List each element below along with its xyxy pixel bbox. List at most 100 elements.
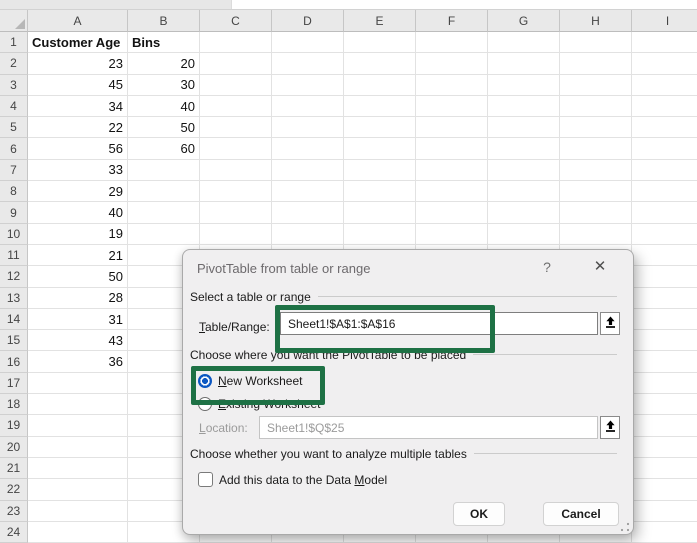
cell-G4[interactable] bbox=[488, 96, 560, 117]
column-header-C[interactable]: C bbox=[200, 10, 272, 32]
column-header-D[interactable]: D bbox=[272, 10, 344, 32]
cell-D9[interactable] bbox=[272, 202, 344, 223]
cell-I12[interactable] bbox=[632, 266, 697, 287]
cell-F8[interactable] bbox=[416, 181, 488, 202]
cell-C10[interactable] bbox=[200, 224, 272, 245]
row-header-1[interactable]: 1 bbox=[0, 32, 28, 53]
row-header-17[interactable]: 17 bbox=[0, 373, 28, 394]
cell-I13[interactable] bbox=[632, 288, 697, 309]
cell-H8[interactable] bbox=[560, 181, 632, 202]
cell-C2[interactable] bbox=[200, 53, 272, 74]
cell-I22[interactable] bbox=[632, 479, 697, 500]
column-header-I[interactable]: I bbox=[632, 10, 697, 32]
cell-G8[interactable] bbox=[488, 181, 560, 202]
cell-D8[interactable] bbox=[272, 181, 344, 202]
cell-F3[interactable] bbox=[416, 75, 488, 96]
table-range-collapse-button[interactable] bbox=[600, 312, 620, 335]
cell-F9[interactable] bbox=[416, 202, 488, 223]
cell-F7[interactable] bbox=[416, 160, 488, 181]
cell-A16[interactable]: 36 bbox=[28, 351, 128, 372]
row-header-7[interactable]: 7 bbox=[0, 160, 28, 181]
new-worksheet-label[interactable]: New Worksheet bbox=[218, 374, 302, 388]
cell-H10[interactable] bbox=[560, 224, 632, 245]
column-header-B[interactable]: B bbox=[128, 10, 200, 32]
cell-C5[interactable] bbox=[200, 117, 272, 138]
cell-E8[interactable] bbox=[344, 181, 416, 202]
cell-I14[interactable] bbox=[632, 309, 697, 330]
cell-I24[interactable] bbox=[632, 522, 697, 543]
cell-I8[interactable] bbox=[632, 181, 697, 202]
row-header-23[interactable]: 23 bbox=[0, 501, 28, 522]
row-header-13[interactable]: 13 bbox=[0, 288, 28, 309]
cell-C3[interactable] bbox=[200, 75, 272, 96]
data-model-checkbox-label[interactable]: Add this data to the Data Model bbox=[219, 473, 387, 487]
cell-A23[interactable] bbox=[28, 501, 128, 522]
cell-H6[interactable] bbox=[560, 138, 632, 159]
cell-G9[interactable] bbox=[488, 202, 560, 223]
cell-A20[interactable] bbox=[28, 437, 128, 458]
cell-B5[interactable]: 50 bbox=[128, 117, 200, 138]
cell-I10[interactable] bbox=[632, 224, 697, 245]
cell-I18[interactable] bbox=[632, 394, 697, 415]
cell-I15[interactable] bbox=[632, 330, 697, 351]
column-header-G[interactable]: G bbox=[488, 10, 560, 32]
row-header-18[interactable]: 18 bbox=[0, 394, 28, 415]
cell-D7[interactable] bbox=[272, 160, 344, 181]
data-model-checkbox[interactable] bbox=[198, 472, 213, 487]
cell-A17[interactable] bbox=[28, 373, 128, 394]
cell-B1[interactable]: Bins bbox=[128, 32, 200, 53]
row-header-3[interactable]: 3 bbox=[0, 75, 28, 96]
cell-F10[interactable] bbox=[416, 224, 488, 245]
row-header-20[interactable]: 20 bbox=[0, 437, 28, 458]
row-header-8[interactable]: 8 bbox=[0, 181, 28, 202]
cell-A5[interactable]: 22 bbox=[28, 117, 128, 138]
cell-E5[interactable] bbox=[344, 117, 416, 138]
cell-A22[interactable] bbox=[28, 479, 128, 500]
cell-H9[interactable] bbox=[560, 202, 632, 223]
cell-A11[interactable]: 21 bbox=[28, 245, 128, 266]
cell-C9[interactable] bbox=[200, 202, 272, 223]
cell-H7[interactable] bbox=[560, 160, 632, 181]
cell-I11[interactable] bbox=[632, 245, 697, 266]
cell-B9[interactable] bbox=[128, 202, 200, 223]
cell-E1[interactable] bbox=[344, 32, 416, 53]
cell-I20[interactable] bbox=[632, 437, 697, 458]
column-header-F[interactable]: F bbox=[416, 10, 488, 32]
cell-H5[interactable] bbox=[560, 117, 632, 138]
cell-A14[interactable]: 31 bbox=[28, 309, 128, 330]
cell-D3[interactable] bbox=[272, 75, 344, 96]
cell-G1[interactable] bbox=[488, 32, 560, 53]
cell-A24[interactable] bbox=[28, 522, 128, 543]
cell-B2[interactable]: 20 bbox=[128, 53, 200, 74]
cell-D6[interactable] bbox=[272, 138, 344, 159]
cell-D4[interactable] bbox=[272, 96, 344, 117]
cell-G3[interactable] bbox=[488, 75, 560, 96]
cell-B10[interactable] bbox=[128, 224, 200, 245]
cell-C8[interactable] bbox=[200, 181, 272, 202]
cell-F1[interactable] bbox=[416, 32, 488, 53]
row-header-2[interactable]: 2 bbox=[0, 53, 28, 74]
row-header-14[interactable]: 14 bbox=[0, 309, 28, 330]
table-range-input[interactable] bbox=[280, 312, 598, 335]
cell-E6[interactable] bbox=[344, 138, 416, 159]
cell-A3[interactable]: 45 bbox=[28, 75, 128, 96]
cell-A6[interactable]: 56 bbox=[28, 138, 128, 159]
column-header-E[interactable]: E bbox=[344, 10, 416, 32]
cell-C1[interactable] bbox=[200, 32, 272, 53]
cell-A7[interactable]: 33 bbox=[28, 160, 128, 181]
cell-A10[interactable]: 19 bbox=[28, 224, 128, 245]
cell-D2[interactable] bbox=[272, 53, 344, 74]
cell-B7[interactable] bbox=[128, 160, 200, 181]
new-worksheet-radio[interactable] bbox=[198, 374, 212, 388]
cell-G2[interactable] bbox=[488, 53, 560, 74]
cell-I6[interactable] bbox=[632, 138, 697, 159]
cell-I17[interactable] bbox=[632, 373, 697, 394]
cell-D5[interactable] bbox=[272, 117, 344, 138]
select-all-corner[interactable] bbox=[0, 10, 28, 32]
cell-A12[interactable]: 50 bbox=[28, 266, 128, 287]
cell-A15[interactable]: 43 bbox=[28, 330, 128, 351]
cell-I19[interactable] bbox=[632, 415, 697, 436]
existing-worksheet-radio[interactable] bbox=[198, 397, 212, 411]
cell-I16[interactable] bbox=[632, 351, 697, 372]
cell-B3[interactable]: 30 bbox=[128, 75, 200, 96]
